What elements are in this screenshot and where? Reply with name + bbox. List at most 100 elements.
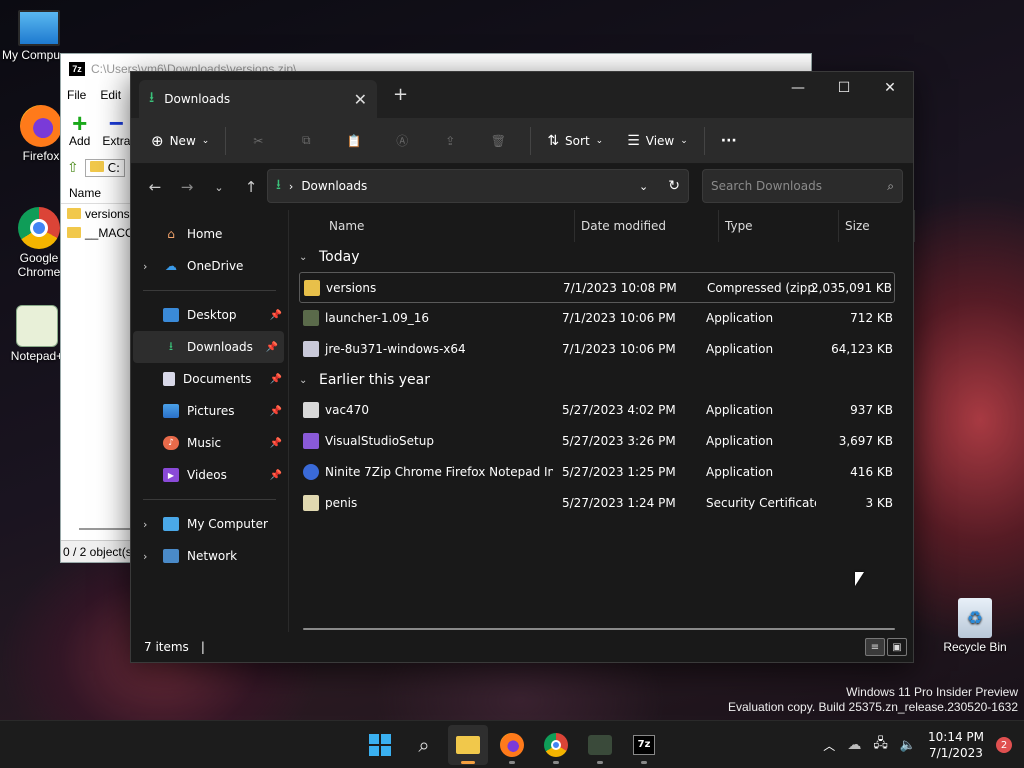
folder-icon: [67, 227, 81, 238]
maximize-button[interactable]: ☐: [821, 72, 867, 104]
up-button[interactable]: ↑: [235, 171, 267, 203]
nav-label: Network: [187, 549, 238, 563]
tiles-view-button[interactable]: ▣: [887, 638, 907, 656]
close-tab-icon[interactable]: ✕: [354, 90, 367, 109]
column-date-modified[interactable]: Date modified: [575, 210, 719, 242]
address-bar[interactable]: ⭳ › Downloads ⌄ ↻: [267, 169, 689, 203]
nav-item-pictures[interactable]: Pictures 📌: [131, 395, 288, 427]
new-tab-button[interactable]: +: [393, 84, 408, 105]
file-row[interactable]: launcher-1.09_16 7/1/2023 10:06 PM Appli…: [299, 303, 895, 334]
7zip-menu-edit[interactable]: Edit: [100, 88, 121, 102]
file-row[interactable]: penis 5/27/2023 1:24 PM Security Certifi…: [299, 488, 895, 519]
recent-locations-button[interactable]: ⌄: [203, 171, 235, 203]
pin-icon[interactable]: 📌: [270, 470, 282, 481]
pictures-icon: [163, 404, 179, 418]
tiles-view-icon: ▣: [892, 641, 902, 653]
network-icon[interactable]: 🖧: [873, 734, 888, 756]
horizontal-scrollbar[interactable]: [303, 628, 895, 630]
file-size: 712 KB: [850, 310, 893, 325]
delete-button[interactable]: 🗑: [474, 125, 522, 157]
file-row[interactable]: jre-8u371-windows-x64 7/1/2023 10:06 PM …: [299, 334, 895, 365]
taskbar-launcher[interactable]: [580, 725, 620, 765]
search-input[interactable]: [711, 179, 888, 193]
taskbar-7zip[interactable]: 7z: [624, 725, 664, 765]
new-button[interactable]: ⊕ New ⌄: [143, 125, 217, 157]
file-name: VisualStudioSetup: [325, 433, 434, 448]
taskbar-firefox[interactable]: [492, 725, 532, 765]
taskbar: ⌕ 7z ︿ ☁ 🖧 🔈 10:14 PM 7/1/2023 2: [0, 720, 1024, 768]
file-row[interactable]: VisualStudioSetup 5/27/2023 3:26 PM Appl…: [299, 426, 895, 457]
nav-label: Documents: [183, 372, 252, 386]
file-explorer-window[interactable]: ⭳ Downloads ✕ + — ☐ ✕ ⊕ New ⌄ ✂ ⧉ 📋 Ⓐ ⇪ …: [130, 71, 915, 663]
start-button[interactable]: [360, 725, 400, 765]
chevron-right-icon[interactable]: ›: [143, 518, 147, 531]
file-list[interactable]: Name Date modified Type Size ⌄ Today ver…: [289, 210, 915, 632]
forward-button[interactable]: →: [171, 171, 203, 203]
pin-icon[interactable]: 📌: [270, 310, 282, 321]
file-row[interactable]: versions 7/1/2023 10:08 PM Compressed (z…: [299, 272, 895, 303]
launcher-app-icon: [303, 309, 319, 326]
nav-item-desktop[interactable]: Desktop 📌: [131, 299, 288, 331]
file-row[interactable]: Ninite 7Zip Chrome Firefox Notepad Inst.…: [299, 457, 895, 488]
nav-item-network[interactable]: › Network: [131, 540, 288, 572]
see-more-button[interactable]: ···: [713, 125, 745, 157]
up-folder-icon[interactable]: ⇧: [67, 160, 79, 176]
details-view-button[interactable]: ≡: [865, 638, 885, 656]
column-name[interactable]: Name: [323, 210, 575, 242]
column-size[interactable]: Size: [839, 210, 915, 242]
chevron-up-icon[interactable]: ︿: [823, 737, 835, 754]
file-row[interactable]: vac470 5/27/2023 4:02 PM Application 937…: [299, 395, 895, 426]
cut-button[interactable]: ✂: [234, 125, 282, 157]
clock[interactable]: 10:14 PM 7/1/2023: [928, 729, 984, 761]
status-separator: |: [200, 640, 205, 654]
file-size: 2,035,091 KB: [811, 280, 892, 295]
tab-downloads[interactable]: ⭳ Downloads ✕: [139, 80, 377, 118]
chevron-right-icon[interactable]: ›: [143, 550, 147, 563]
rename-button[interactable]: Ⓐ: [378, 125, 426, 157]
breadcrumb[interactable]: Downloads: [301, 179, 631, 193]
paste-button[interactable]: 📋: [330, 125, 378, 157]
nav-item-my-computer[interactable]: › My Computer: [131, 508, 288, 540]
7zip-path[interactable]: C:: [84, 159, 125, 177]
taskbar-file-explorer[interactable]: [448, 725, 488, 765]
7zip-menu-file[interactable]: File: [67, 88, 86, 102]
chevron-right-icon[interactable]: ›: [143, 260, 147, 273]
cloud-offline-icon[interactable]: ☁: [847, 737, 861, 753]
nav-item-home[interactable]: ⌂ Home: [131, 218, 288, 250]
search-icon[interactable]: ⌕: [887, 179, 894, 194]
nav-item-music[interactable]: ♪ Music 📌: [131, 427, 288, 459]
7zip-path-text: C:: [107, 161, 120, 175]
notification-badge[interactable]: 2: [996, 737, 1012, 753]
column-type[interactable]: Type: [719, 210, 839, 242]
7zip-extract-button[interactable]: − Extra: [102, 110, 130, 148]
close-button[interactable]: ✕: [867, 72, 913, 104]
pin-icon[interactable]: 📌: [270, 374, 282, 385]
group-header-earlier-this-year[interactable]: ⌄ Earlier this year: [299, 365, 895, 395]
pin-icon[interactable]: 📌: [270, 406, 282, 417]
pin-icon[interactable]: 📌: [270, 438, 282, 449]
view-button[interactable]: ☰ View ⌄: [619, 125, 696, 157]
search-box[interactable]: ⌕: [702, 169, 903, 203]
taskbar-chrome[interactable]: [536, 725, 576, 765]
nav-item-downloads[interactable]: ⭳ Downloads 📌: [133, 331, 284, 363]
navigation-pane[interactable]: ⌂ Home › ☁ OneDrive Desktop 📌 ⭳ Download…: [131, 210, 289, 632]
address-dropdown-icon[interactable]: ⌄: [639, 180, 648, 193]
refresh-icon[interactable]: ↻: [668, 178, 680, 194]
nav-item-documents[interactable]: Documents 📌: [131, 363, 288, 395]
nav-item-videos[interactable]: ▶ Videos 📌: [131, 459, 288, 491]
column-size-label: Size: [845, 219, 870, 233]
volume-icon[interactable]: 🔈: [900, 738, 916, 753]
pin-icon[interactable]: 📌: [266, 342, 278, 353]
nav-item-onedrive[interactable]: › ☁ OneDrive: [131, 250, 288, 282]
share-button[interactable]: ⇪: [426, 125, 474, 157]
back-button[interactable]: ←: [139, 171, 171, 203]
search-button[interactable]: ⌕: [404, 725, 444, 765]
7zip-add-button[interactable]: + Add: [69, 110, 90, 148]
minimize-button[interactable]: —: [775, 72, 821, 104]
copy-button[interactable]: ⧉: [282, 125, 330, 157]
desktop-icon: [163, 308, 179, 322]
desktop-icon-recycle-bin[interactable]: ♻ Recycle Bin: [938, 598, 1012, 654]
clipboard-icon: 📋: [346, 133, 362, 148]
sort-button[interactable]: ⇅ Sort ⌄: [539, 125, 611, 157]
group-header-today[interactable]: ⌄ Today: [299, 242, 895, 272]
